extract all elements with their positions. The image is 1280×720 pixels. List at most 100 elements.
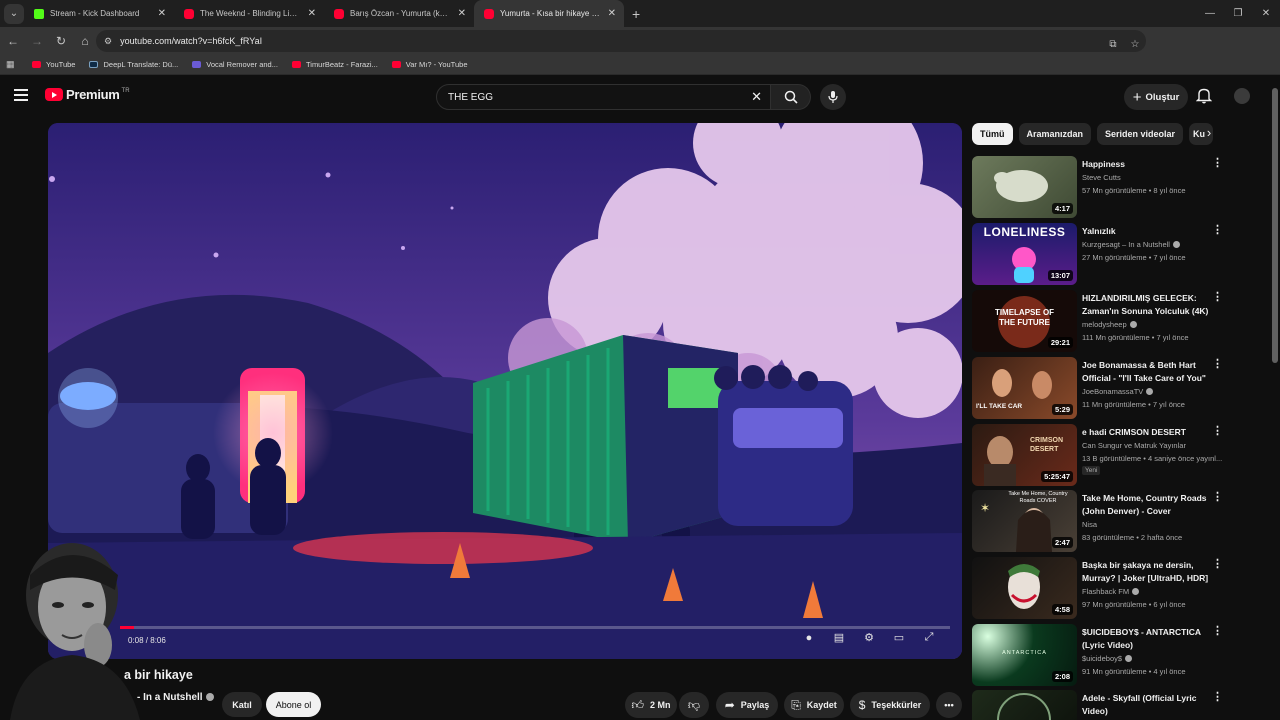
- voice-search-button[interactable]: [820, 84, 846, 110]
- rec-title: Adele - Skyfall (Official Lyric Video): [1082, 693, 1197, 716]
- video-player[interactable]: 0:08 / 8:06 ● ▤ ⚙ ▭ ⤢: [48, 123, 962, 659]
- video-thumbnail[interactable]: TIMELAPSE OF THE FUTURE 29:21: [972, 290, 1077, 352]
- bookmark-item[interactable]: Vocal Remover and...: [192, 60, 278, 69]
- miniplayer-icon[interactable]: ▭: [884, 631, 914, 644]
- share-button[interactable]: ➦ Paylaş: [716, 692, 778, 718]
- cast-icon[interactable]: ⧉: [1102, 39, 1124, 50]
- hamburger-menu-icon[interactable]: [14, 89, 28, 103]
- youtube-icon: [484, 8, 494, 19]
- browser-tab[interactable]: Barış Özcan - Yumurta (kendi se ✕: [324, 0, 474, 27]
- more-vertical-icon[interactable]: ⋮: [1212, 359, 1223, 370]
- video-thumbnail[interactable]: 4:17: [972, 156, 1077, 218]
- rec-title: Take Me Home, Country Roads (John Denver…: [1082, 493, 1207, 516]
- tab-close-icon[interactable]: ✕: [158, 8, 166, 19]
- thumbnail-text: Take Me Home, Country Roads COVER: [1008, 491, 1068, 504]
- thumbnail-art: [997, 693, 1051, 720]
- video-thumbnail[interactable]: [972, 690, 1077, 720]
- new-tab-icon[interactable]: +: [632, 6, 640, 22]
- recommendation-item[interactable]: TIMELAPSE OF THE FUTURE 29:21 HIZLANDIRI…: [972, 290, 1232, 352]
- reload-icon[interactable]: ↻: [50, 34, 72, 48]
- more-vertical-icon[interactable]: ⋮: [1212, 692, 1223, 703]
- rec-channel-text: melodysheep: [1082, 320, 1127, 329]
- account-avatar[interactable]: [1234, 88, 1250, 104]
- video-thumbnail[interactable]: ✶ Take Me Home, Country Roads COVER 2:47: [972, 490, 1077, 552]
- browser-tab[interactable]: The Weeknd - Blinding Lights (Of ✕: [174, 0, 324, 27]
- notifications-bell-icon[interactable]: [1196, 87, 1212, 104]
- create-button[interactable]: + Oluştur: [1124, 84, 1188, 110]
- bookmark-item[interactable]: TimurBeatz - Farazi...: [291, 60, 378, 69]
- deepl-icon: [89, 61, 99, 68]
- dislike-button[interactable]: 👎︎: [679, 692, 709, 718]
- site-info-icon[interactable]: ⚙: [104, 36, 112, 47]
- page-scrollbar[interactable]: [1272, 88, 1278, 363]
- youtube-premium-logo[interactable]: Premium TR: [45, 87, 130, 102]
- tab-close-icon[interactable]: ✕: [458, 8, 466, 19]
- rec-channel: melodysheep: [1082, 320, 1137, 329]
- fullscreen-icon[interactable]: ⤢: [914, 631, 944, 644]
- rec-title: Yalnızlık: [1082, 226, 1116, 236]
- recommendation-item[interactable]: ANTARCTICA 2:08 $UICIDEBOY$ - ANTARCTICA…: [972, 624, 1232, 686]
- apps-grid-icon[interactable]: ▦: [6, 59, 20, 70]
- search-button[interactable]: [771, 84, 811, 110]
- back-icon[interactable]: ←: [2, 34, 24, 48]
- thanks-button[interactable]: $ Teşekkürler: [850, 692, 930, 718]
- subtitles-icon[interactable]: ▤: [824, 631, 854, 644]
- recommendation-item[interactable]: 4:58 Başka bir şakaya ne dersin, Murray?…: [972, 557, 1232, 619]
- youtube-icon: [291, 61, 301, 68]
- forward-icon[interactable]: →: [26, 34, 48, 48]
- like-button[interactable]: 👍︎ 2 Mn: [625, 692, 677, 718]
- chip-from-search[interactable]: Aramanızdan: [1018, 123, 1092, 145]
- close-window-icon[interactable]: ✕: [1252, 8, 1280, 19]
- recommendation-item[interactable]: Adele - Skyfall (Official Lyric Video) ⋮: [972, 690, 1232, 720]
- maximize-icon[interactable]: ❐: [1224, 8, 1252, 19]
- bookmark-star-icon[interactable]: ☆: [1124, 39, 1146, 50]
- video-thumbnail[interactable]: 4:58: [972, 557, 1077, 619]
- minimize-icon[interactable]: —: [1196, 8, 1224, 19]
- youtube-icon: [32, 61, 41, 68]
- tab-title: Barış Özcan - Yumurta (kendi se: [350, 9, 452, 18]
- subscribe-button[interactable]: Abone ol: [266, 692, 321, 717]
- tab-search-icon[interactable]: ⌄: [4, 3, 24, 24]
- more-vertical-icon[interactable]: ⋮: [1212, 225, 1223, 236]
- chevron-right-icon[interactable]: ›: [1200, 125, 1218, 140]
- settings-gear-icon[interactable]: ⚙: [854, 631, 884, 644]
- more-vertical-icon[interactable]: ⋮: [1212, 292, 1223, 303]
- recommendation-item[interactable]: 4:17 Happiness Steve Cutts 57 Mn görüntü…: [972, 156, 1232, 218]
- more-vertical-icon[interactable]: ⋮: [1212, 492, 1223, 503]
- search-input[interactable]: THE EGG ✕: [436, 84, 771, 110]
- more-vertical-icon[interactable]: ⋮: [1212, 158, 1223, 169]
- video-thumbnail[interactable]: CRIMSON DESERT 5:25:47: [972, 424, 1077, 486]
- clear-search-icon[interactable]: ✕: [751, 89, 762, 105]
- chip-all[interactable]: Tümü: [972, 123, 1013, 145]
- bookmark-item[interactable]: YouTube: [32, 60, 75, 69]
- more-actions-button[interactable]: •••: [936, 692, 962, 718]
- more-horizontal-icon: •••: [944, 700, 954, 710]
- more-vertical-icon[interactable]: ⋮: [1212, 559, 1223, 570]
- tab-close-icon[interactable]: ✕: [608, 8, 616, 19]
- video-thumbnail[interactable]: ANTARCTICA 2:08: [972, 624, 1077, 686]
- url-input[interactable]: ⚙ youtube.com/watch?v=h6fcK_fRYaI ⧉ ☆: [96, 30, 1146, 52]
- tab-close-icon[interactable]: ✕: [308, 8, 316, 19]
- search-icon: [784, 90, 798, 104]
- rec-meta: 27 Mn görüntüleme • 7 yıl önce: [1082, 253, 1186, 262]
- video-thumbnail[interactable]: LONELINESS 13:07: [972, 223, 1077, 285]
- autoplay-toggle-icon[interactable]: ●: [794, 632, 824, 644]
- recommendation-item[interactable]: I'LL TAKE CAR 5:29 Joe Bonamassa & Beth …: [972, 357, 1232, 419]
- channel-name[interactable]: - In a Nutshell: [137, 692, 214, 703]
- chip-from-series[interactable]: Seriden videolar: [1097, 123, 1184, 145]
- more-vertical-icon[interactable]: ⋮: [1212, 426, 1223, 437]
- home-icon[interactable]: ⌂: [74, 34, 96, 48]
- browser-tab-active[interactable]: Yumurta - Kısa bir hikaye - You ✕: [474, 0, 624, 27]
- bookmark-item[interactable]: Var Mı? - YouTube: [391, 60, 468, 69]
- video-thumbnail[interactable]: I'LL TAKE CAR 5:29: [972, 357, 1077, 419]
- verified-check-icon: [1132, 588, 1140, 595]
- recommendation-item[interactable]: ✶ Take Me Home, Country Roads COVER 2:47…: [972, 490, 1232, 552]
- browser-tab[interactable]: Stream - Kick Dashboard ✕: [24, 0, 174, 27]
- recommendation-item[interactable]: CRIMSON DESERT 5:25:47 e hadi CRIMSON DE…: [972, 424, 1232, 486]
- verified-check-icon: [1125, 655, 1133, 662]
- recommendation-item[interactable]: LONELINESS 13:07 Yalnızlık Kurzgesagt – …: [972, 223, 1232, 285]
- bookmark-item[interactable]: DeepL Translate: Dü...: [89, 60, 178, 69]
- more-vertical-icon[interactable]: ⋮: [1212, 626, 1223, 637]
- join-button[interactable]: Katıl: [222, 692, 262, 717]
- save-button[interactable]: ⎘ Kaydet: [784, 692, 844, 718]
